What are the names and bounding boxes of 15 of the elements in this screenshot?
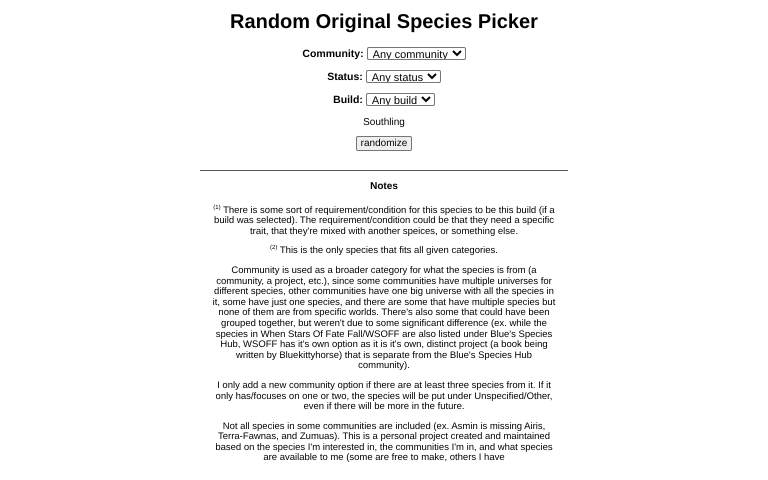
result-text: Southling: [362, 117, 406, 128]
note-paragraph: $^{(2)}$ This is the only species that fits all given categories.: [269, 246, 499, 257]
note-paragraph: I only add a new community option if there are at least three species from it. If it only has/focuses on one or two, the species will be put under Unspecified/Other, even if there will be more in the future.: [214, 380, 554, 413]
note-paragraph: Community is used as a broader category for what the species is from (a community, a project, etc.), since some communities have multiple universes for different species, other communities have one big universe with all the species in it, some have just one species, and there are some that have multiple species but none of them are from specific worlds. There's also some that could have been grouped together, but weren't due to some significant difference (ex. while the species in When Stars Of Fate Fall/WSOFF are also listed under Blue's Species Hub, WSOFF has it's own option as it is it's own, distinct project (a book being written by Bluekittyhorse) that is separate from the Blue's Species Hub community).: [212, 266, 556, 372]
notes-heading: Notes: [369, 182, 399, 193]
randomize-button[interactable]: randomize: [356, 136, 412, 151]
filter-dropdown[interactable]: Any build: [366, 93, 435, 106]
filter-dropdown[interactable]: Any status: [366, 70, 441, 83]
filter-label: Build:: [333, 94, 363, 106]
note-paragraph: $^{(1)}$ There is some sort of requirement/condition for this species to be this build (if a build was selected). The requirement/condition could be that they need a specific trait, that they're mixed with another speices, or something else.: [212, 206, 556, 238]
page-title: Random Original Species Picker: [229, 11, 539, 34]
filter-label: Community:: [302, 48, 364, 60]
filter-label: Status:: [327, 70, 363, 82]
note-paragraph: Not all species in some communities are included (ex. Asmin is missing Airis, Terra-Fawnas, and Zumuas). This is a personal project created and maintained based on the species I'm interested in, the communities I'm in, and what species are available to me (some are free to make, others I have: [214, 422, 554, 464]
filter-dropdown[interactable]: Any community: [366, 47, 466, 60]
